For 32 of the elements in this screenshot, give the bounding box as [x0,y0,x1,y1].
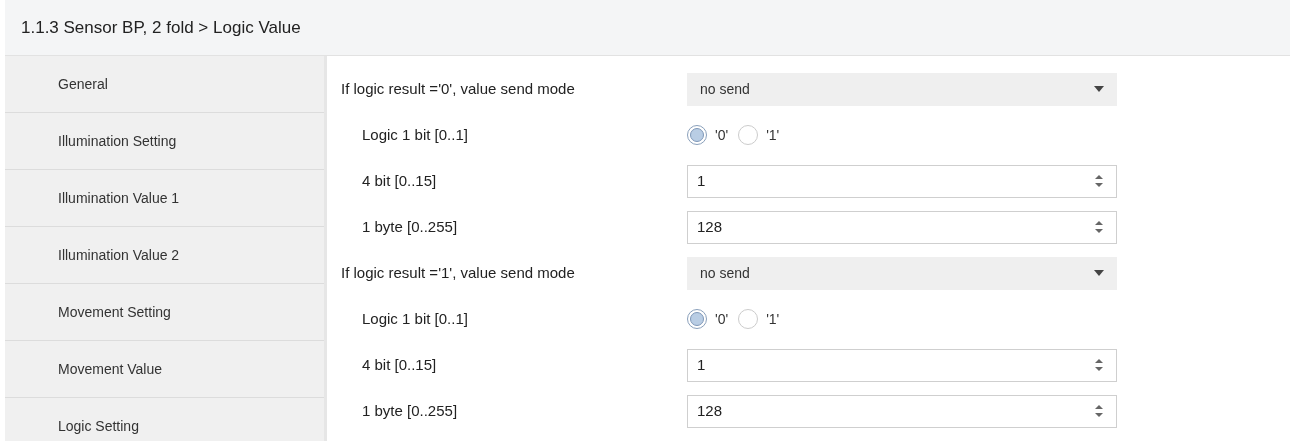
dropdown[interactable]: no send [687,256,1117,290]
sidebar-item[interactable]: Illumination Setting [5,113,324,170]
spinner-icon [1095,358,1103,372]
dropdown[interactable]: no send [687,72,1117,106]
spinner-icon [1095,174,1103,188]
parameter-label: 4 bit [0..15] [362,356,437,373]
spinner-icon [1095,220,1103,234]
sidebar-item[interactable]: Logic Setting [5,398,324,441]
caret-icon [1094,270,1104,276]
number-field[interactable]: 1 [687,164,1117,198]
radio-option[interactable]: '0' [687,124,729,146]
sidebar-item[interactable]: Movement Value [5,341,324,398]
parameter-label: If logic result ='1', value send mode [341,264,575,281]
parameter-label: 1 byte [0..255] [362,218,458,235]
sidebar-item[interactable]: Illumination Value 2 [5,227,324,284]
parameter-label: If logic result ='0', value send mode [341,80,575,97]
parameter-label: 4 bit [0..15] [362,172,437,189]
number-field[interactable]: 128 [687,394,1117,428]
parameter-label: 1 byte [0..255] [362,402,458,419]
number-field[interactable]: 1 [687,348,1117,382]
number-field[interactable]: 128 [687,210,1117,244]
sidebar-item[interactable]: Movement Setting [5,284,324,341]
parameter-label: Logic 1 bit [0..1] [362,310,468,327]
radio-option[interactable]: '0' [687,308,729,330]
breadcrumb-title: 1.1.3 Sensor BP, 2 fold > Logic Value [21,16,301,39]
spinner-icon [1095,404,1103,418]
caret-icon [1094,86,1104,92]
radio-option[interactable]: '1' [738,308,780,330]
sidebar-item[interactable]: General [5,56,324,113]
sidebar-item[interactable]: Illumination Value 1 [5,170,324,227]
radio-option[interactable]: '1' [738,124,780,146]
parameter-label: Logic 1 bit [0..1] [362,126,468,143]
